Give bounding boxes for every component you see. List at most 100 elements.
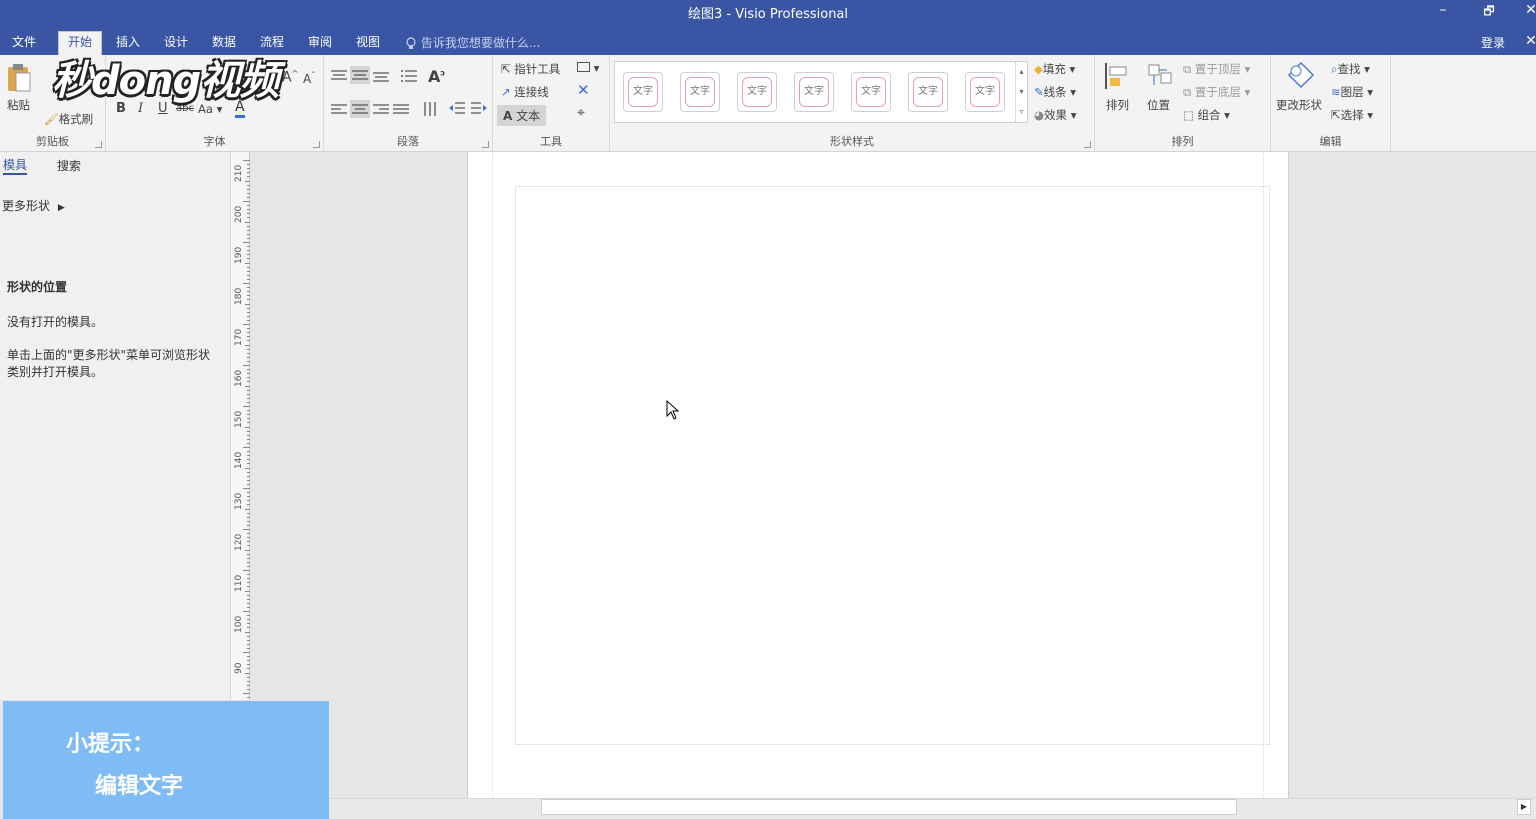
- window-title: 绘图3 - Visio Professional: [687, 7, 849, 22]
- style-swatch[interactable]: 文字: [623, 72, 663, 112]
- scroll-right-arrow-icon[interactable]: ▶: [1517, 799, 1531, 815]
- ruler-tick-mark: [243, 611, 250, 612]
- line-button[interactable]: ✎线条 ▾: [1034, 84, 1076, 100]
- style-swatch[interactable]: 文字: [680, 72, 720, 112]
- paragraph-launcher[interactable]: [482, 141, 489, 148]
- delete-x-icon[interactable]: ✕: [577, 81, 590, 99]
- change-shape-label[interactable]: 更改形状: [1276, 97, 1322, 113]
- align-middle-icon[interactable]: [350, 66, 370, 84]
- paragraph-group-label: 段落: [397, 135, 419, 148]
- text-tool-button[interactable]: A 文本: [497, 105, 547, 126]
- ruler-tick-label: 190: [234, 246, 244, 264]
- align-bottom-icon[interactable]: [372, 71, 390, 83]
- tab-file[interactable]: 文件: [3, 33, 45, 55]
- ruler-tick-label: 170: [234, 328, 244, 346]
- clipboard-launcher[interactable]: [95, 141, 102, 148]
- align-center-icon[interactable]: [350, 100, 370, 118]
- change-shape-icon[interactable]: [1285, 61, 1317, 91]
- format-painter-button[interactable]: 🖌格式刷: [44, 111, 93, 127]
- pane-heading: 形状的位置: [7, 280, 68, 294]
- ruler-tick-mark: [243, 324, 250, 325]
- fill-button[interactable]: ◆填充 ▾: [1034, 61, 1075, 77]
- effects-icon: ◕: [1034, 108, 1045, 122]
- clipboard-icon: [8, 64, 31, 92]
- send-back-icon: ⧉: [1183, 85, 1192, 99]
- position-icon[interactable]: [1145, 61, 1175, 91]
- text-block-icon[interactable]: [422, 100, 438, 118]
- group-button[interactable]: ⬚ 组合 ▾: [1183, 107, 1230, 123]
- align-right-icon[interactable]: [372, 103, 390, 115]
- style-swatch[interactable]: 文字: [908, 72, 948, 112]
- style-swatch[interactable]: 文字: [851, 72, 891, 112]
- tab-search[interactable]: 搜索: [57, 157, 81, 174]
- align-shapes-icon[interactable]: [1103, 61, 1133, 91]
- restore-button[interactable]: 🗗: [1474, 2, 1504, 23]
- shrink-font-icon[interactable]: Aˇ: [303, 71, 315, 86]
- style-swatch[interactable]: 文字: [737, 72, 777, 112]
- tip-title: 小提示：: [66, 731, 155, 757]
- ruler-tick-mark: [243, 693, 250, 694]
- shape-style-gallery[interactable]: 文字 文字 文字 文字 文字 文字 文字 ▴ ▾ ▿: [614, 61, 1028, 123]
- more-shapes-menu[interactable]: 更多形状 ▶: [2, 197, 65, 214]
- ruler-tick-mark: [243, 242, 250, 243]
- align-left-icon[interactable]: [330, 103, 348, 115]
- layers-button[interactable]: ≋图层 ▾: [1331, 84, 1373, 100]
- select-button[interactable]: ⇱选择 ▾: [1331, 107, 1373, 123]
- ruler-tick-mark: [243, 652, 250, 653]
- tab-stencils[interactable]: 模具: [3, 156, 28, 175]
- drawing-area[interactable]: [515, 186, 1270, 745]
- scrollbar-thumb[interactable]: [541, 799, 1237, 815]
- gallery-scroll[interactable]: ▴ ▾ ▿: [1015, 62, 1027, 122]
- arrange-group-label: 排列: [1171, 135, 1194, 148]
- justify-icon[interactable]: [392, 103, 410, 115]
- position-label[interactable]: 位置: [1147, 97, 1170, 113]
- minimize-button[interactable]: –: [1428, 2, 1458, 18]
- lightbulb-icon: [406, 36, 416, 49]
- text-direction-icon[interactable]: Aↄ: [428, 67, 445, 86]
- send-to-back-button[interactable]: ⧉ 置于底层 ▾: [1183, 84, 1250, 100]
- tools-group-label: 工具: [540, 135, 562, 148]
- connection-point-icon[interactable]: ⌖: [577, 105, 585, 121]
- ribbon-collapse-button[interactable]: ✕: [1516, 33, 1536, 49]
- brush-icon: 🖌: [44, 112, 59, 126]
- ruler-tick-label: 100: [234, 615, 244, 633]
- style-swatch[interactable]: 文字: [794, 72, 834, 112]
- text-a-icon: A: [503, 109, 513, 123]
- font-launcher[interactable]: [313, 141, 320, 148]
- sign-in-link[interactable]: 登录: [1481, 34, 1505, 51]
- pointer-tool-button[interactable]: ⇱ 指针工具: [501, 61, 560, 77]
- layers-icon: ≋: [1331, 85, 1341, 99]
- tell-me-text: 告诉我您想要做什么...: [420, 36, 541, 50]
- shapes-pane: 模具 搜索 更多形状 ▶ 形状的位置 没有打开的模具。 单击上面的"更多形状"菜…: [0, 152, 230, 700]
- paste-button[interactable]: [6, 63, 32, 96]
- ruler-tick-label: 90: [234, 662, 244, 674]
- tools-group: ⇱ 指针工具 ▾ ↗ 连接线 ✕ A 文本 ⌖ 工具: [493, 55, 610, 152]
- style-swatch[interactable]: 文字: [965, 72, 1005, 112]
- tab-review[interactable]: 审阅: [299, 33, 341, 55]
- bring-to-front-button[interactable]: ⧉ 置于顶层 ▾: [1183, 61, 1250, 77]
- close-button[interactable]: ✕: [1516, 2, 1536, 18]
- vertical-ruler: 2102001901801701601501401301201101009080: [230, 152, 250, 731]
- align-label[interactable]: 排列: [1106, 97, 1129, 113]
- connector-icon: ↗: [501, 85, 511, 99]
- find-button[interactable]: ⌕查找 ▾: [1331, 61, 1370, 77]
- rectangle-tool-button[interactable]: ▾: [577, 61, 599, 75]
- increase-indent-icon[interactable]: [470, 101, 488, 115]
- paragraph-group: Aↄ 段落: [324, 55, 493, 152]
- align-top-icon[interactable]: [330, 69, 348, 81]
- ruler-tick-label: 150: [234, 410, 244, 428]
- shape-styles-launcher[interactable]: [1084, 141, 1091, 148]
- rectangle-icon: [577, 62, 590, 72]
- clipboard-group-label: 剪贴板: [36, 135, 69, 148]
- ruler-tick-label: 210: [234, 164, 244, 182]
- grow-font-icon[interactable]: A^: [282, 69, 298, 86]
- decrease-indent-icon[interactable]: [448, 101, 466, 115]
- tip-text: 编辑文字: [95, 773, 184, 799]
- bullets-icon[interactable]: [400, 69, 418, 83]
- ruler-tick-label: 110: [234, 574, 244, 592]
- ruler-tick-mark: [243, 447, 250, 448]
- connector-button[interactable]: ↗ 连接线: [501, 84, 549, 100]
- tab-view[interactable]: 视图: [347, 33, 389, 55]
- tell-me-search[interactable]: 告诉我您想要做什么...: [405, 34, 540, 51]
- effects-button[interactable]: ◕效果 ▾: [1034, 107, 1076, 123]
